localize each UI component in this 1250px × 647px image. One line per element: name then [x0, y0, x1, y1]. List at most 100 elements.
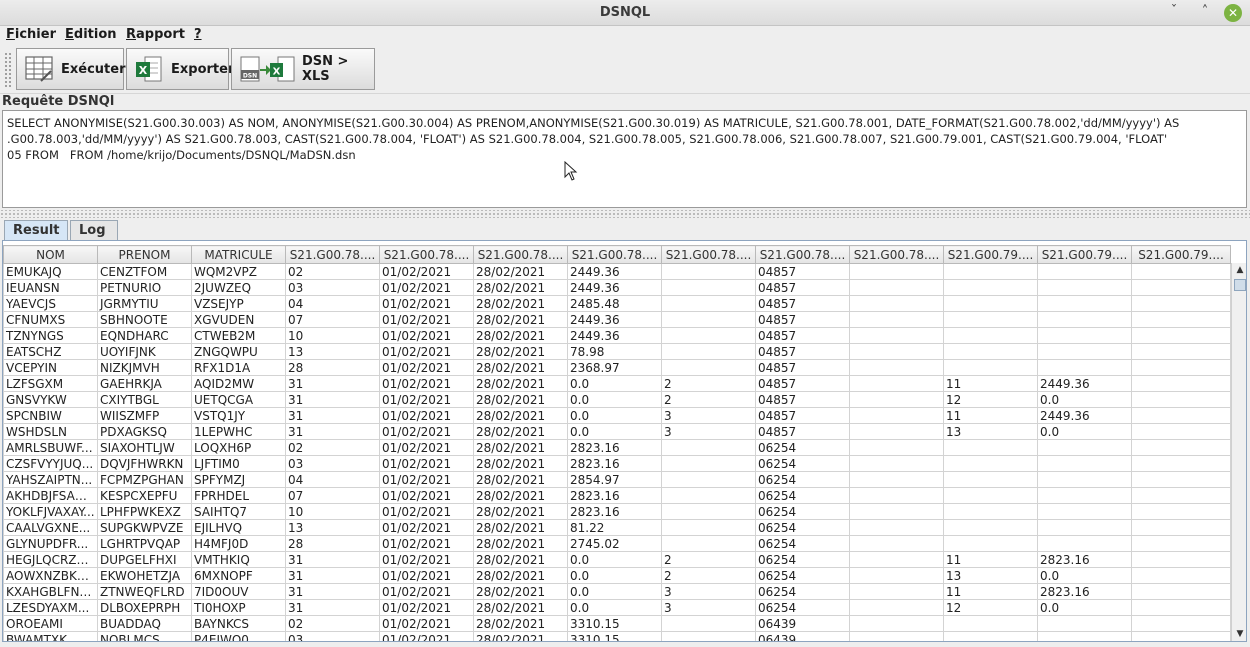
table-cell[interactable]: 28/02/2021 [473, 359, 568, 376]
table-cell[interactable]: 01/02/2021 [379, 631, 474, 641]
table-cell[interactable]: LGHRTPVQAP [97, 535, 192, 552]
table-cell[interactable]: 28/02/2021 [473, 535, 568, 552]
table-cell[interactable]: PETNURIO [97, 279, 192, 296]
table-cell[interactable]: 2JUWZEQ [191, 279, 286, 296]
table-cell[interactable]: 07 [285, 311, 380, 328]
table-cell[interactable]: 11 [943, 551, 1038, 568]
table-cell[interactable]: 11 [943, 407, 1038, 424]
table-cell[interactable] [661, 503, 756, 520]
column-header[interactable]: S21.G00.78.... [567, 245, 662, 264]
table-cell[interactable]: 04857 [755, 359, 850, 376]
column-header[interactable]: S21.G00.78.... [755, 245, 850, 264]
table-cell[interactable] [661, 263, 756, 280]
table-cell[interactable]: 3310.15 [567, 631, 662, 641]
table-cell[interactable] [943, 487, 1038, 504]
table-cell[interactable]: 0.0 [1037, 599, 1132, 616]
vertical-scrollbar[interactable]: ▲ ▼ [1231, 263, 1246, 641]
table-row[interactable]: KXAHGBLFNZ... ZTNWEQFLRD 7ID0OUV 31 01/02/20… [3, 583, 1231, 600]
table-cell[interactable]: 06254 [755, 503, 850, 520]
table-cell[interactable] [1037, 519, 1132, 536]
table-row[interactable]: OROEAMI BUADDAQ BAYNKCS 02 01/02/2021 28/02/2… [3, 615, 1231, 632]
table-cell[interactable]: CXIYTBGL [97, 391, 192, 408]
table-cell[interactable]: 01/02/2021 [379, 551, 474, 568]
menu-fichier[interactable]: Fichier [6, 27, 56, 42]
close-button[interactable]: ✕ [1224, 4, 1242, 22]
column-header[interactable]: S21.G00.79.... [1131, 245, 1231, 264]
table-cell[interactable] [1131, 327, 1231, 344]
table-row[interactable]: CFNUMXS SBHNOOTE XGVUDEN 07 01/02/2021 28/02/… [3, 311, 1231, 328]
table-cell[interactable]: 3310.15 [567, 615, 662, 632]
table-cell[interactable]: 01/02/2021 [379, 519, 474, 536]
table-cell[interactable]: 01/02/2021 [379, 311, 474, 328]
table-cell[interactable] [943, 519, 1038, 536]
table-cell[interactable]: 28/02/2021 [473, 407, 568, 424]
table-cell[interactable] [1037, 263, 1132, 280]
table-cell[interactable] [661, 631, 756, 641]
table-cell[interactable]: 2449.36 [1037, 375, 1132, 392]
table-cell[interactable]: 0.0 [567, 551, 662, 568]
table-cell[interactable] [1037, 327, 1132, 344]
table-cell[interactable] [1131, 455, 1231, 472]
table-cell[interactable]: 10 [285, 503, 380, 520]
table-cell[interactable]: OROEAMI [3, 615, 98, 632]
table-cell[interactable] [943, 295, 1038, 312]
table-cell[interactable]: P4EIWO0 [191, 631, 286, 641]
menu-help[interactable]: ? [194, 27, 202, 42]
table-cell[interactable]: CZSFVYYJUQ... [3, 455, 98, 472]
table-cell[interactable]: FCPMZPGHAN [97, 471, 192, 488]
table-cell[interactable]: WSHDSLN [3, 423, 98, 440]
table-cell[interactable]: 1LEPWHC [191, 423, 286, 440]
table-cell[interactable]: 2449.36 [1037, 407, 1132, 424]
table-cell[interactable] [1037, 487, 1132, 504]
table-cell[interactable] [849, 263, 944, 280]
table-cell[interactable]: 28/02/2021 [473, 279, 568, 296]
table-row[interactable]: YAHSZAIPTN... FCPMZPGHAN SPFYMZJ 04 01/02/20… [3, 471, 1231, 488]
column-header[interactable]: S21.G00.78.... [379, 245, 474, 264]
table-cell[interactable]: 28/02/2021 [473, 343, 568, 360]
table-cell[interactable]: 78.98 [567, 343, 662, 360]
table-cell[interactable] [1037, 535, 1132, 552]
table-cell[interactable]: WIISZMFP [97, 407, 192, 424]
table-cell[interactable] [943, 503, 1038, 520]
table-cell[interactable] [1037, 615, 1132, 632]
table-cell[interactable]: 13 [943, 567, 1038, 584]
table-row[interactable]: YOKLFJVAXAY... LPHFPWKEXZ SAIHTQ7 10 01/02/2… [3, 503, 1231, 520]
table-cell[interactable]: 03 [285, 455, 380, 472]
column-header[interactable]: PRENOM [97, 245, 192, 264]
table-cell[interactable]: AOWXNZBKG... [3, 567, 98, 584]
table-cell[interactable]: 2449.36 [567, 327, 662, 344]
table-cell[interactable] [849, 615, 944, 632]
split-pane-divider[interactable] [0, 210, 1250, 218]
table-cell[interactable]: 11 [943, 583, 1038, 600]
table-cell[interactable]: PDXAGKSQ [97, 423, 192, 440]
table-cell[interactable]: 28/02/2021 [473, 583, 568, 600]
table-cell[interactable]: XGVUDEN [191, 311, 286, 328]
table-row[interactable]: GLYNUPDFR... LGHRTPVQAP H4MFJ0D 28 01/02/202… [3, 535, 1231, 552]
table-cell[interactable] [849, 583, 944, 600]
column-header[interactable]: S21.G00.78.... [849, 245, 944, 264]
table-cell[interactable]: LOQXH6P [191, 439, 286, 456]
table-cell[interactable]: 28/02/2021 [473, 263, 568, 280]
table-cell[interactable]: DLBOXEPRPH [97, 599, 192, 616]
table-cell[interactable]: EMUKAJQ [3, 263, 98, 280]
table-cell[interactable]: 04857 [755, 407, 850, 424]
table-cell[interactable]: 28 [285, 535, 380, 552]
table-cell[interactable]: 04857 [755, 343, 850, 360]
table-cell[interactable]: KXAHGBLFNZ... [3, 583, 98, 600]
table-cell[interactable]: 28 [285, 359, 380, 376]
table-cell[interactable]: 28/02/2021 [473, 391, 568, 408]
table-cell[interactable] [1037, 471, 1132, 488]
table-cell[interactable] [849, 439, 944, 456]
table-cell[interactable]: AMRLSBUWF... [3, 439, 98, 456]
table-cell[interactable]: EATSCHZ [3, 343, 98, 360]
table-cell[interactable]: 2823.16 [1037, 583, 1132, 600]
table-cell[interactable]: 2 [661, 375, 756, 392]
table-cell[interactable]: LZESDYAXM... [3, 599, 98, 616]
table-cell[interactable]: 3 [661, 583, 756, 600]
table-cell[interactable] [661, 343, 756, 360]
table-cell[interactable] [1037, 343, 1132, 360]
table-cell[interactable]: 13 [943, 423, 1038, 440]
scroll-down-icon[interactable]: ▼ [1232, 627, 1246, 641]
table-cell[interactable]: GLYNUPDFR... [3, 535, 98, 552]
table-cell[interactable] [1037, 359, 1132, 376]
